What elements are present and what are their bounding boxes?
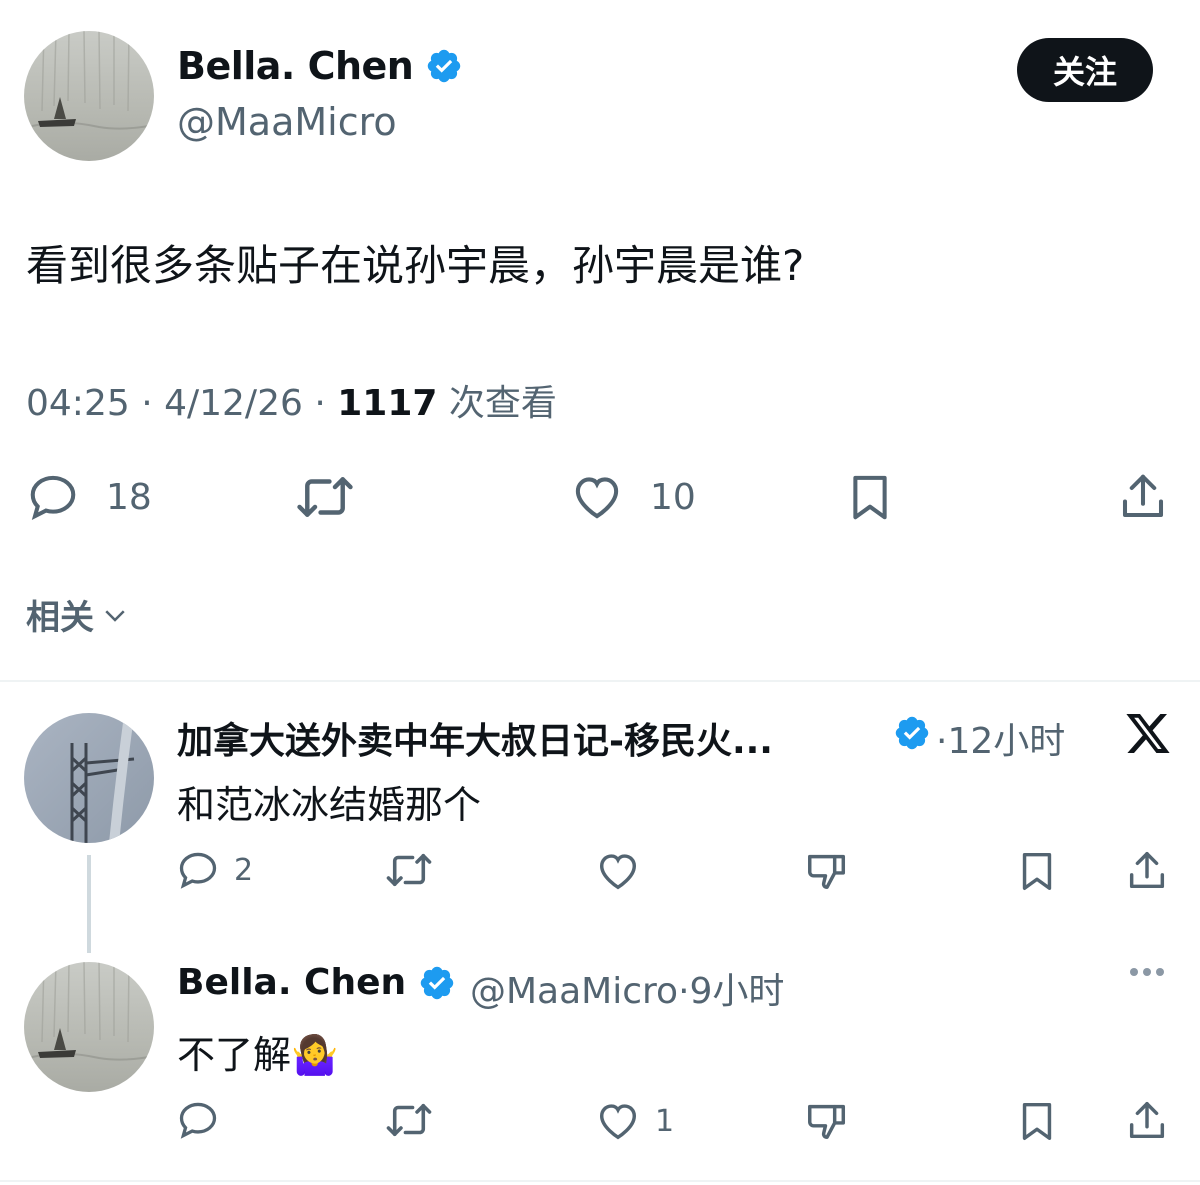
heart-icon (599, 854, 637, 890)
reply-time: 9小时 (689, 971, 785, 1012)
more-options-icon[interactable] (1130, 968, 1164, 976)
reply-author-handle[interactable]: @MaaMicro (470, 971, 678, 1012)
reply-avatar[interactable] (24, 962, 154, 1092)
related-toggle[interactable]: 相关 (26, 590, 130, 639)
heart-icon (599, 1104, 637, 1140)
thread-connector (87, 855, 91, 953)
meta-separator: · (141, 383, 165, 424)
reply-time-text: 12小时 (947, 721, 1066, 762)
reply-count: 2 (234, 852, 254, 888)
dislike-button[interactable] (804, 1098, 850, 1144)
meta-separator: · (314, 383, 338, 424)
share-icon (1129, 852, 1165, 889)
reply-button[interactable] (176, 1098, 220, 1142)
retweet-button[interactable] (384, 848, 434, 892)
verified-badge-icon (428, 49, 461, 83)
share-button[interactable] (1116, 470, 1170, 524)
section-divider (0, 1180, 1200, 1182)
reply-time: ·12小时 (936, 712, 1065, 764)
share-button[interactable] (1124, 848, 1170, 894)
tweet-time: 04:25 (26, 383, 130, 424)
retweet-icon (386, 853, 432, 887)
reply-avatar[interactable] (24, 713, 154, 843)
meta-separator: · (936, 721, 948, 762)
bookmark-icon (1022, 852, 1052, 890)
tweet-meta: 04:25 · 4/12/26 · 1117 次查看 (26, 374, 557, 426)
like-count: 10 (650, 476, 696, 518)
share-icon (1122, 474, 1164, 518)
retweet-button[interactable] (384, 1098, 434, 1142)
reply-author-name[interactable]: Bella. Chen (177, 962, 406, 1003)
views-count: 1117 (337, 383, 438, 424)
tweet-text: 看到很多条贴子在说孙宇晨，孙宇晨是谁? (26, 241, 805, 290)
verified-badge-icon (895, 716, 929, 750)
bookmark-button[interactable] (1014, 1098, 1060, 1144)
author-avatar[interactable] (24, 31, 154, 161)
reply-button[interactable]: 18 (26, 470, 152, 524)
bookmark-button[interactable] (843, 470, 897, 524)
bookmark-icon (1022, 1102, 1052, 1140)
x-logo-icon[interactable] (1124, 709, 1172, 757)
reply-icon (179, 1102, 217, 1139)
reply-icon (179, 852, 217, 889)
retweet-icon (297, 477, 353, 517)
retweet-icon (386, 1103, 432, 1137)
thumbs-down-icon (808, 854, 846, 890)
meta-separator: · (678, 971, 690, 1012)
reply-button[interactable]: 2 (176, 848, 253, 892)
reply-author-name[interactable]: 加拿大送外卖中年大叔日记-移民火... (177, 712, 773, 764)
chevron-down-icon (105, 609, 125, 622)
reply-count: 18 (106, 476, 152, 518)
related-label: 相关 (26, 598, 94, 638)
reply-text: 和范冰冰结婚那个 (177, 783, 482, 827)
dislike-button[interactable] (804, 848, 850, 894)
author-handle[interactable]: @MaaMicro (177, 100, 397, 144)
author-name[interactable]: Bella. Chen (177, 44, 414, 88)
section-divider (0, 680, 1200, 682)
follow-button[interactable]: 关注 (1017, 38, 1153, 102)
like-button[interactable]: 1 (595, 1098, 674, 1144)
retweet-button[interactable] (294, 470, 356, 524)
share-icon (1129, 1102, 1165, 1139)
tweet-date: 4/12/26 (164, 383, 303, 424)
like-button[interactable]: 10 (570, 470, 696, 524)
thumbs-down-icon (808, 1104, 846, 1140)
bookmark-button[interactable] (1014, 848, 1060, 894)
share-button[interactable] (1124, 1098, 1170, 1144)
verified-badge-icon (420, 966, 454, 1000)
like-button[interactable] (595, 848, 641, 894)
reply-text: 不了解🤷‍♀️ (177, 1033, 339, 1077)
reply-meta: @MaaMicro·9小时 (470, 962, 784, 1014)
views-label: 次查看 (448, 383, 557, 424)
bookmark-icon (853, 475, 887, 520)
heart-icon (575, 477, 619, 519)
reply-icon (30, 475, 76, 520)
like-count: 1 (655, 1103, 675, 1139)
